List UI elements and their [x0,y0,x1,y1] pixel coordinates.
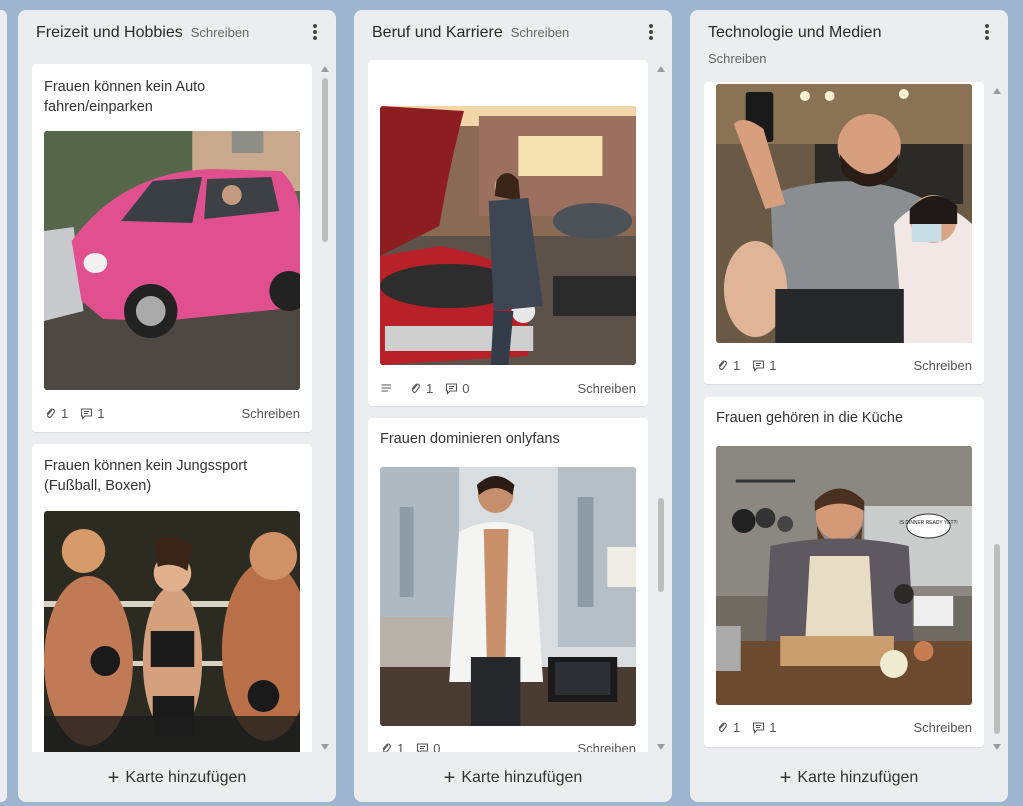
card-write-link[interactable]: Schreiben [241,406,300,421]
column-scrollbar[interactable] [656,66,666,750]
add-card-button[interactable]: + Karte hinzufügen [354,767,672,790]
attachment-count[interactable]: 1 [380,741,404,752]
column-freizeit-und-hobbies: Freizeit und Hobbies Schreiben Frauen kön… [18,10,336,802]
card-title: Frauen können kein Auto fahren/einparken [44,79,206,115]
comment-count[interactable]: 0 [416,741,440,752]
card-write-link[interactable]: Schreiben [913,720,972,735]
scroll-up-arrow-icon[interactable] [657,66,665,72]
paperclip-icon [46,408,55,418]
scroll-up-arrow-icon[interactable] [993,88,1001,94]
paperclip-icon [382,743,391,752]
speech-bubble-text: IS DINNER READY YET?! [899,520,957,526]
paperclip-icon [718,722,727,732]
column-header: Freizeit und Hobbies Schreiben [18,10,336,42]
paperclip-icon [718,360,727,370]
scroll-up-arrow-icon[interactable] [321,66,329,72]
card-list[interactable]: 1 1 Schreiben Frauen gehören in die Küch… [704,82,984,752]
column-technologie-und-medien: Technologie und Medien Schreiben 1 1 Sch… [690,10,1008,802]
card-image-man-open-shirt[interactable] [380,467,636,726]
card[interactable]: 1 1 Schreiben [704,82,984,384]
column-scrollbar[interactable] [320,66,330,750]
column-menu-icon[interactable] [984,24,990,44]
plus-icon: + [443,767,456,789]
card-list[interactable]: 1 0 Schreiben Frauen dominieren onlyfans [368,60,648,752]
card-title: Frauen können kein Jungssport (Fußball, … [44,458,248,494]
card-write-link[interactable]: Schreiben [577,741,636,753]
card-title: Frauen dominieren onlyfans [380,431,560,447]
column-menu-icon[interactable] [648,24,654,44]
comment-count[interactable]: 1 [80,406,104,421]
comment-icon [81,407,93,420]
plus-icon: + [107,767,120,789]
description-icon [380,382,397,395]
card-footer: 1 0 Schreiben [380,739,636,752]
attachment-count[interactable]: 1 [409,381,433,396]
previous-column-edge [0,10,7,802]
card-image-selfie-pedicure[interactable] [716,84,972,343]
card-write-link[interactable]: Schreiben [913,358,972,373]
card-footer: 1 0 Schreiben [380,379,636,397]
card[interactable]: Frauen gehören in die Küche IS DINNER RE… [704,397,984,747]
scroll-down-arrow-icon[interactable] [321,744,329,750]
column-beruf-und-karriere: Beruf und Karriere Schreiben 1 0 Schreib… [354,10,672,802]
card[interactable]: Frauen können kein Jungssport (Fußball, … [32,444,312,752]
card[interactable]: 1 0 Schreiben [368,60,648,406]
card-footer: 1 1 Schreiben [716,356,972,374]
comment-icon [753,359,765,372]
column-write-link[interactable]: Schreiben [511,25,570,40]
scrollbar-thumb[interactable] [658,498,664,592]
scrollbar-thumb[interactable] [322,78,328,242]
column-menu-icon[interactable] [312,24,318,44]
column-title: Technologie und Medien [708,24,882,41]
scroll-down-arrow-icon[interactable] [993,744,1001,750]
card-footer: 1 1 Schreiben [44,404,300,422]
card-title: Frauen gehören in die Küche [716,410,904,426]
column-title: Freizeit und Hobbies [36,24,183,41]
comment-icon [417,742,429,752]
column-write-link[interactable]: Schreiben [191,25,250,40]
column-scrollbar[interactable] [992,88,1002,750]
comment-icon [753,721,765,734]
comment-count[interactable]: 1 [752,720,776,735]
card-write-link[interactable]: Schreiben [577,381,636,396]
attachment-count[interactable]: 1 [44,406,68,421]
card-image-crying-cook[interactable]: IS DINNER READY YET?! [716,446,972,705]
scrollbar-thumb[interactable] [994,544,1000,734]
card[interactable]: Frauen dominieren onlyfans 1 0 Schreiben [368,418,648,752]
card-list[interactable]: Frauen können kein Auto fahren/einparken [32,62,312,752]
plus-icon: + [779,767,792,789]
add-card-button[interactable]: + Karte hinzufügen [690,767,1008,790]
scroll-down-arrow-icon[interactable] [657,744,665,750]
card-image-pink-car[interactable] [44,131,300,390]
column-write-link[interactable]: Schreiben [708,51,990,66]
paperclip-icon [411,383,420,393]
card-image-boxing[interactable] [44,511,300,752]
attachment-count[interactable]: 1 [716,358,740,373]
add-card-button[interactable]: + Karte hinzufügen [18,767,336,790]
column-header: Technologie und Medien Schreiben [690,10,1008,66]
comment-count[interactable]: 0 [445,381,469,396]
comment-count[interactable]: 1 [752,358,776,373]
card-footer: 1 1 Schreiben [716,718,972,736]
attachment-count[interactable]: 1 [716,720,740,735]
column-header: Beruf und Karriere Schreiben [354,10,672,42]
comment-icon [446,382,458,395]
card-image-car-repair[interactable] [380,106,636,365]
column-title: Beruf und Karriere [372,24,503,41]
card[interactable]: Frauen können kein Auto fahren/einparken [32,64,312,432]
